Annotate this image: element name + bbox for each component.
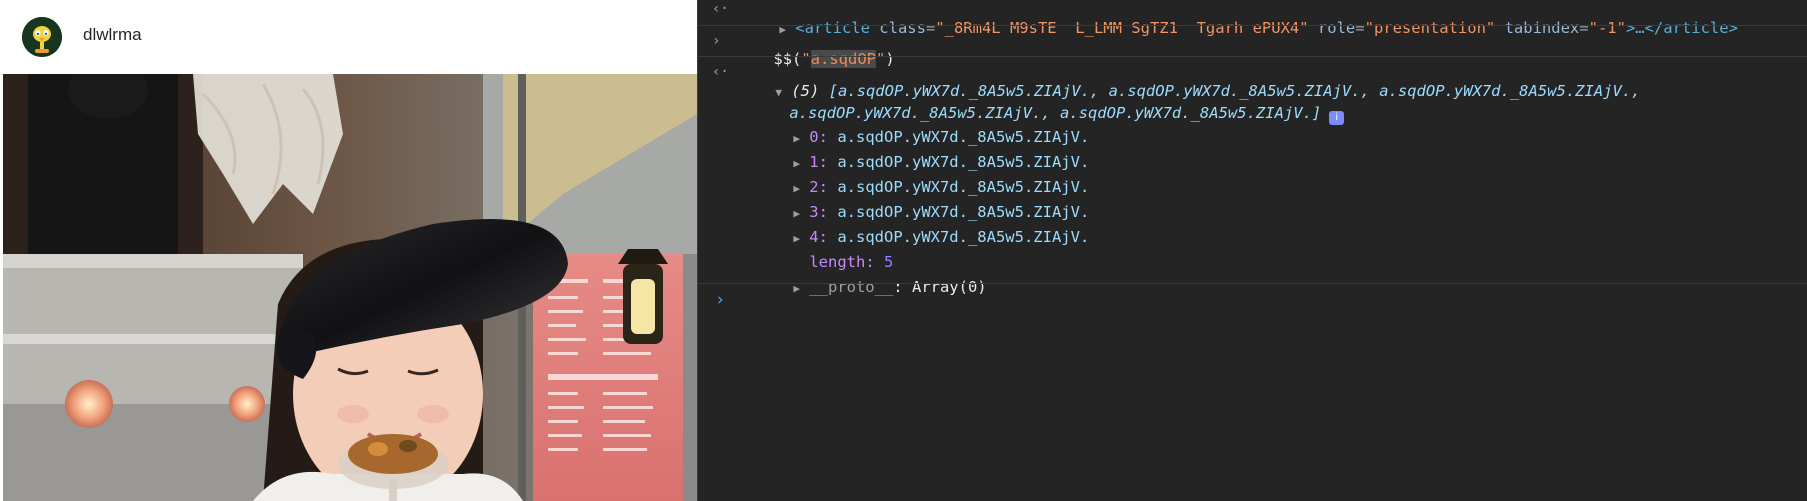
post-photo: [3, 74, 697, 501]
console-divider: [698, 283, 1807, 284]
console-prompt-input[interactable]: [734, 288, 1794, 312]
post-username[interactable]: dlwlrma: [83, 25, 142, 45]
console-divider: [698, 56, 1807, 57]
prompt-chevron-icon: ›: [715, 290, 726, 310]
instagram-post: dlwlrma: [0, 0, 697, 501]
input-chevron-icon: ›: [712, 33, 721, 49]
devtools-console: ‹· ▶ <article class="_8Rm4L M9sTE L_LMM …: [697, 0, 1807, 501]
avatar-image: [22, 17, 62, 57]
return-arrow-icon: ‹·: [712, 64, 729, 80]
return-arrow-icon: ‹·: [712, 1, 729, 17]
post-header: dlwlrma: [0, 0, 697, 75]
console-divider: [698, 25, 1807, 26]
profile-avatar[interactable]: [22, 17, 62, 57]
